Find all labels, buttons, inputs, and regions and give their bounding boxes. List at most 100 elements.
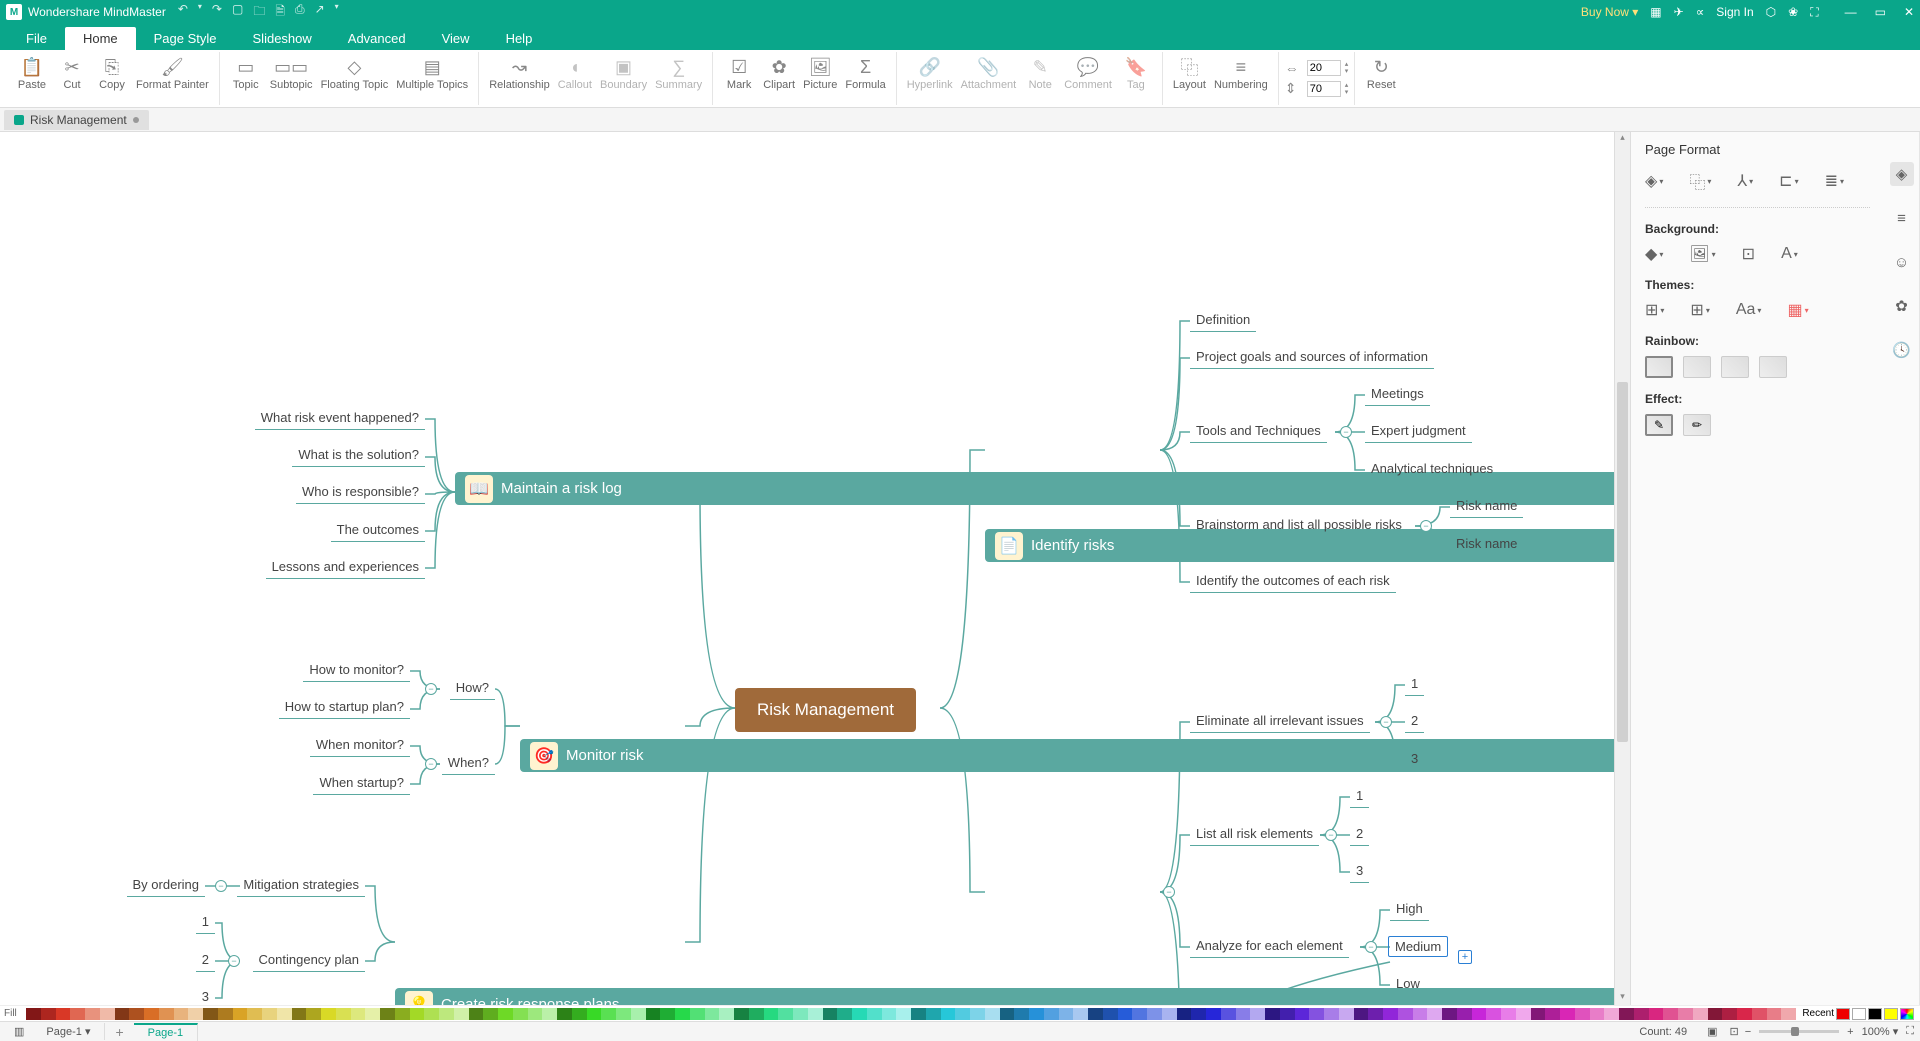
leaf-selected[interactable]: Medium <box>1388 936 1448 957</box>
add-page-button[interactable]: + <box>105 1024 133 1040</box>
leaf[interactable]: List all risk elements <box>1190 824 1319 846</box>
rainbow-swatch-4[interactable] <box>1759 356 1787 378</box>
branch-create[interactable]: 💡 Create risk response plans <box>395 988 1614 1005</box>
panel-tab-icon[interactable]: ☺ <box>1890 250 1914 274</box>
leaf[interactable]: How to monitor? <box>303 660 410 682</box>
collapse-toggle[interactable]: − <box>1365 941 1377 953</box>
print-icon[interactable]: ⎙ <box>295 2 305 23</box>
buy-now-link[interactable]: Buy Now ▾ <box>1581 5 1638 19</box>
watermark-icon[interactable]: A▾ <box>1781 245 1798 263</box>
pages-icon[interactable]: ▥ <box>6 1025 32 1038</box>
fit-page-icon[interactable]: ⊡ <box>1729 1025 1738 1038</box>
floating-topic-button[interactable]: ◇Floating Topic <box>317 54 393 93</box>
panel-tab-history[interactable]: 🕓 <box>1890 338 1914 362</box>
clipart-button[interactable]: ✿Clipart <box>759 54 799 93</box>
leaf[interactable]: When startup? <box>313 773 410 795</box>
vertical-scrollbar[interactable]: ▴ ▾ <box>1614 132 1630 1005</box>
tag-button[interactable]: 🔖Tag <box>1116 54 1156 93</box>
leaf[interactable]: 2 <box>1350 824 1369 846</box>
scroll-down-icon[interactable]: ▾ <box>1615 991 1630 1005</box>
leaf[interactable]: 1 <box>196 912 215 934</box>
line-style-icon[interactable]: ⊏▾ <box>1779 171 1798 191</box>
cut-button[interactable]: ✂Cut <box>52 54 92 93</box>
leaf-mitigation[interactable]: Mitigation strategies <box>237 875 365 897</box>
collapse-toggle[interactable]: − <box>228 955 240 967</box>
collapse-toggle[interactable]: − <box>1420 520 1432 532</box>
leaf-how[interactable]: How? <box>450 678 495 700</box>
zoom-level[interactable]: 100% ▾ <box>1862 1025 1899 1038</box>
copy-button[interactable]: ⎘Copy <box>92 54 132 93</box>
numbering-button[interactable]: ≡Numbering <box>1210 54 1272 93</box>
leaf[interactable]: 1 <box>1350 786 1369 808</box>
collapse-toggle[interactable]: − <box>215 880 227 892</box>
subtopic-button[interactable]: ▭▭Subtopic <box>266 54 317 93</box>
tab-home[interactable]: Home <box>65 27 136 50</box>
leaf-byordering[interactable]: By ordering <box>127 875 205 897</box>
leaf[interactable]: Risk name <box>1450 496 1523 518</box>
leaf[interactable]: Identify the outcomes of each risk <box>1190 571 1396 593</box>
boundary-button[interactable]: ▣Boundary <box>596 54 651 93</box>
theme-color-icon[interactable]: ⊞▾ <box>1645 300 1664 320</box>
zoom-out-button[interactable]: − <box>1745 1026 1751 1038</box>
page-tab-active[interactable]: Page-1 <box>134 1023 198 1041</box>
leaf[interactable]: Eliminate all irrelevant issues <box>1190 711 1370 733</box>
leaf[interactable]: When monitor? <box>310 735 410 757</box>
zoom-in-button[interactable]: + <box>1847 1026 1853 1038</box>
leaf[interactable]: Definition <box>1190 310 1256 332</box>
leaf[interactable]: 2 <box>1405 711 1424 733</box>
fullscreen-icon[interactable]: ⛶ <box>1810 5 1818 20</box>
color-cells[interactable] <box>26 1008 1796 1020</box>
layout-button[interactable]: ⿻Layout <box>1169 54 1210 93</box>
rainbow-swatch-3[interactable] <box>1721 356 1749 378</box>
panel-tab-outline[interactable]: ≡ <box>1890 206 1914 230</box>
reset-button[interactable]: ↻Reset <box>1361 54 1401 93</box>
h-spacing-field[interactable]: ⇔▴▾ <box>1285 60 1349 76</box>
leaf[interactable]: 3 <box>1405 749 1424 771</box>
leaf[interactable]: Low <box>1390 974 1426 996</box>
signin-link[interactable]: Sign In <box>1716 5 1753 19</box>
panel-tab-clipart[interactable]: ✿ <box>1890 294 1914 318</box>
color-picker-icon[interactable] <box>1900 1008 1914 1020</box>
effect-pencil-icon[interactable]: ✎ <box>1645 414 1673 436</box>
leaf[interactable]: 3 <box>196 987 215 1005</box>
leaf-contingency[interactable]: Contingency plan <box>253 950 365 972</box>
v-spacing-field[interactable]: ⇕▴▾ <box>1285 80 1349 97</box>
connector-style-icon[interactable]: ⿻▾ <box>1689 169 1711 193</box>
undo-icon[interactable]: ↶ <box>178 2 188 23</box>
fullscreen-toggle-icon[interactable]: ⛶ <box>1906 1025 1914 1038</box>
send-icon[interactable]: ✈ <box>1674 5 1684 19</box>
format-painter-button[interactable]: 🖌Format Painter <box>132 54 213 93</box>
tab-slideshow[interactable]: Slideshow <box>235 27 330 50</box>
document-tab[interactable]: Risk Management <box>4 110 149 130</box>
collapse-toggle[interactable]: − <box>1380 716 1392 728</box>
leaf[interactable]: Meetings <box>1365 384 1430 406</box>
add-subtopic-button[interactable]: + <box>1458 950 1472 964</box>
close-icon[interactable]: ✕ <box>1904 5 1914 19</box>
undo-caret-icon[interactable]: ▾ <box>198 2 202 23</box>
numbering-style-icon[interactable]: ≣▾ <box>1825 171 1844 191</box>
open-icon[interactable]: 🗀 <box>253 2 265 23</box>
formula-button[interactable]: ΣFormula <box>841 54 889 93</box>
layout-style-icon[interactable]: ◈▾ <box>1645 171 1663 191</box>
share-icon[interactable]: ∝ <box>1696 5 1705 19</box>
help-icon[interactable]: ❀ <box>1788 5 1798 19</box>
panel-tab-format[interactable]: ◈ <box>1890 162 1914 186</box>
leaf[interactable]: The outcomes <box>331 520 425 542</box>
effect-brush-icon[interactable]: ✏ <box>1683 414 1711 436</box>
maximize-icon[interactable]: ▭ <box>1875 5 1886 19</box>
qat-more-icon[interactable]: ▾ <box>335 2 339 23</box>
leaf[interactable]: Project goals and sources of information <box>1190 347 1434 369</box>
scroll-thumb[interactable] <box>1617 382 1628 742</box>
leaf[interactable]: How to startup plan? <box>279 697 410 719</box>
leaf[interactable]: What is the solution? <box>292 445 425 467</box>
note-button[interactable]: ✎Note <box>1020 54 1060 93</box>
leaf[interactable]: High <box>1390 899 1429 921</box>
rainbow-swatch-1[interactable] <box>1645 356 1673 378</box>
export-icon[interactable]: ↗ <box>315 2 325 23</box>
recent-swatch[interactable] <box>1868 1008 1882 1020</box>
attachment-button[interactable]: 📎Attachment <box>957 54 1021 93</box>
cloud-icon[interactable]: ▦ <box>1650 5 1661 19</box>
leaf[interactable]: Brainstorm and list all possible risks <box>1190 515 1408 537</box>
minimize-icon[interactable]: — <box>1845 5 1857 19</box>
leaf[interactable]: Who is responsible? <box>296 482 425 504</box>
